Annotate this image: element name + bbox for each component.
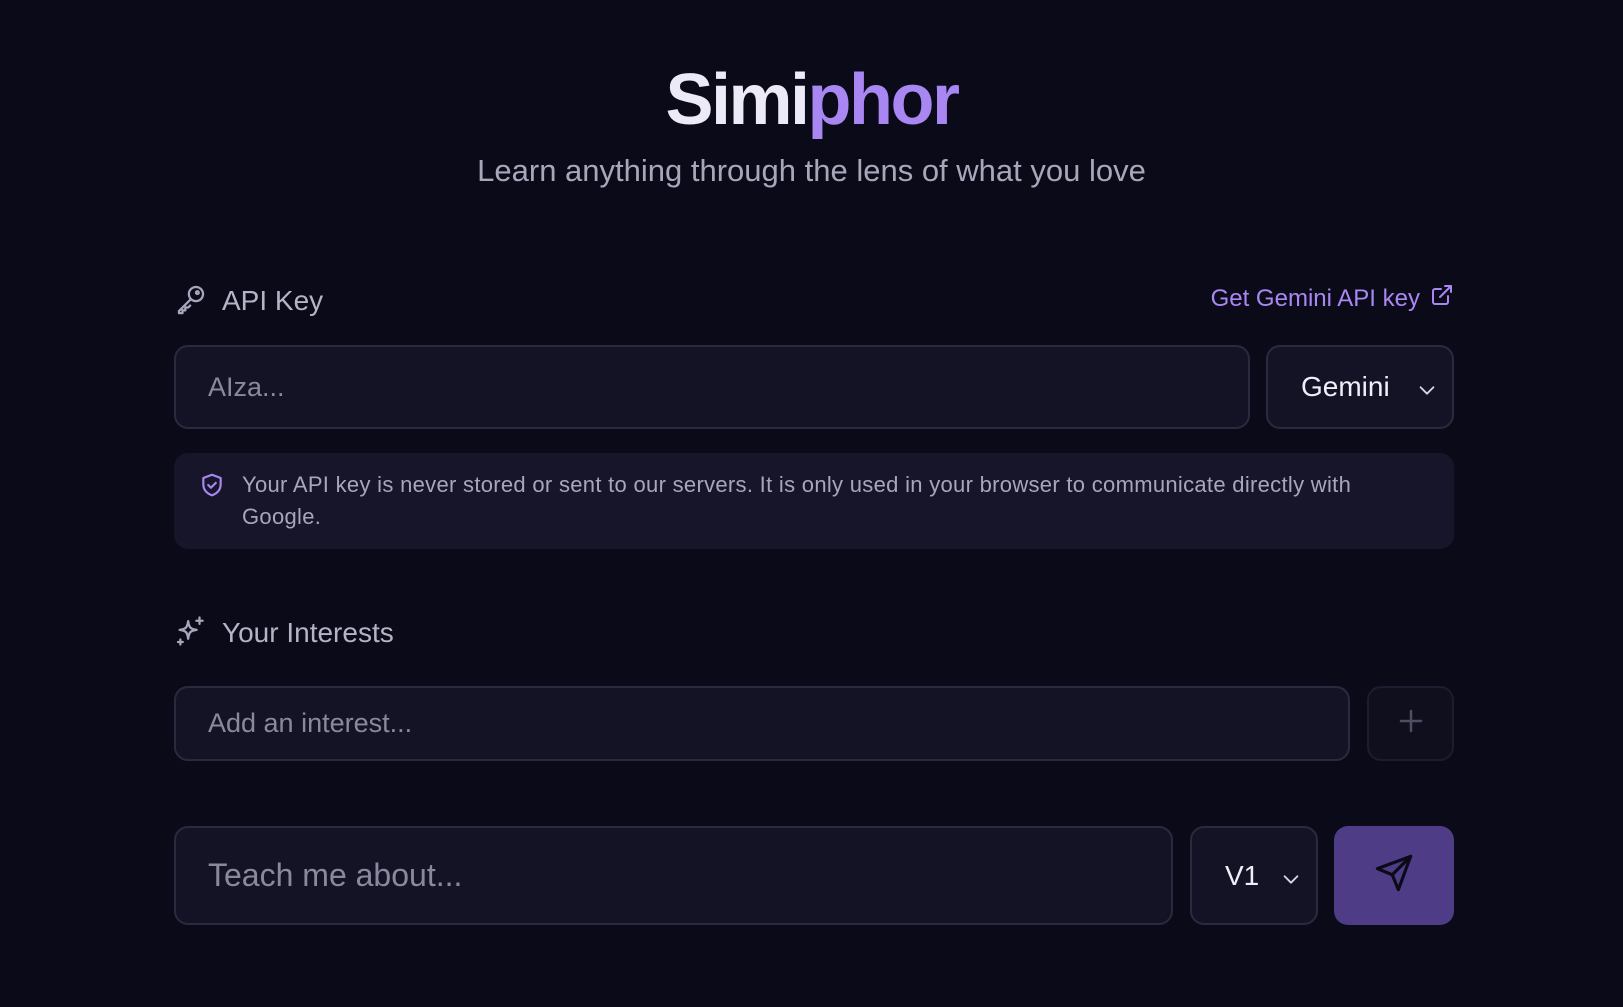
get-key-link-text: Get Gemini API key bbox=[1210, 284, 1420, 312]
interest-input[interactable] bbox=[174, 686, 1350, 761]
page: Simiphor Learn anything through the lens… bbox=[0, 0, 1623, 1007]
app-logo: Simiphor bbox=[0, 55, 1623, 145]
interests-heading: Your Interests bbox=[174, 613, 394, 653]
sparkles-icon bbox=[174, 614, 208, 653]
send-button[interactable] bbox=[1334, 826, 1454, 925]
header: Simiphor Learn anything through the lens… bbox=[0, 55, 1623, 193]
topic-input[interactable] bbox=[174, 826, 1173, 925]
chevron-down-icon bbox=[1416, 376, 1438, 398]
provider-select-value: Gemini bbox=[1301, 371, 1390, 402]
interests-label: Your Interests bbox=[222, 617, 394, 648]
version-select-value: V1 bbox=[1225, 859, 1260, 891]
plus-icon bbox=[1396, 706, 1426, 741]
shield-check-icon bbox=[199, 472, 225, 498]
logo-part-2: phor bbox=[807, 60, 960, 140]
tagline: Learn anything through the lens of what … bbox=[477, 153, 1146, 188]
get-gemini-api-key-link[interactable]: Get Gemini API key bbox=[1211, 283, 1454, 314]
api-key-label: API Key bbox=[222, 285, 324, 316]
chevron-down-icon bbox=[1280, 865, 1302, 887]
external-link-icon bbox=[1420, 283, 1454, 314]
send-icon bbox=[1373, 852, 1415, 899]
provider-select[interactable]: Gemini bbox=[1266, 345, 1454, 429]
logo-part-1: Simi bbox=[665, 60, 810, 140]
api-key-heading: API Key bbox=[174, 281, 323, 321]
privacy-notice-text: Your API key is never stored or sent to … bbox=[242, 472, 1352, 529]
api-key-input[interactable] bbox=[174, 345, 1250, 429]
key-icon bbox=[174, 282, 208, 321]
privacy-notice: Your API key is never stored or sent to … bbox=[174, 453, 1454, 549]
add-interest-button[interactable] bbox=[1367, 686, 1454, 761]
version-select[interactable]: V1 bbox=[1190, 826, 1318, 925]
